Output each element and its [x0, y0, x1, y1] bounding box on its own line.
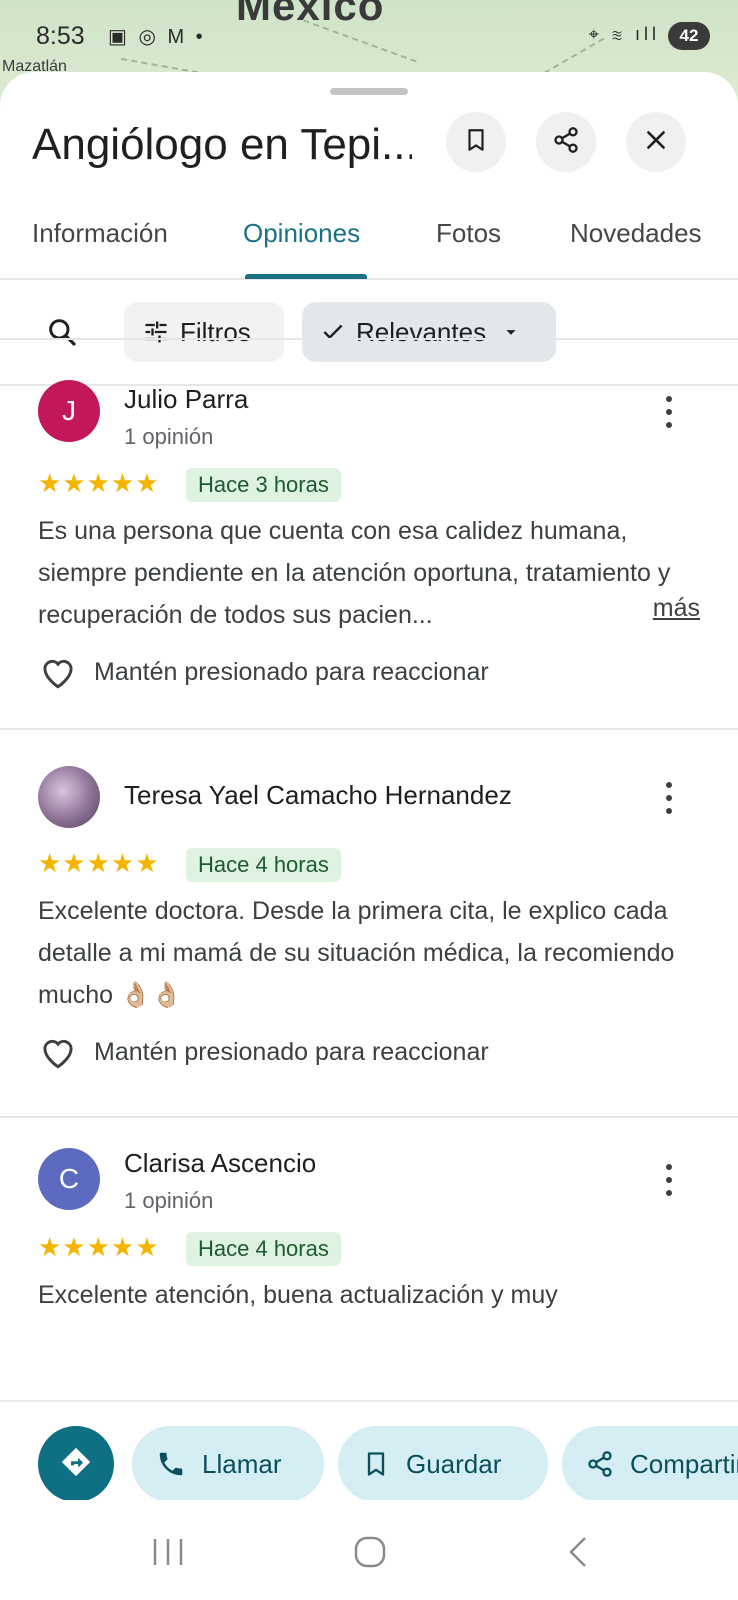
phone-icon	[159, 1452, 183, 1476]
reviewer-name[interactable]: Teresa Yael Camacho Hernandez	[124, 780, 512, 811]
avatar[interactable]: C	[38, 1148, 100, 1210]
home-button[interactable]	[348, 1530, 392, 1574]
reviewer-review-count: 1 opinión	[124, 1188, 214, 1213]
share-label: Compartir	[630, 1448, 738, 1479]
review-time-badge: Hace 3 horas	[186, 468, 341, 502]
back-icon	[569, 1537, 586, 1567]
avatar[interactable]: J	[38, 380, 100, 442]
react-label: Mantén presionado para reaccionar	[94, 1037, 489, 1066]
recent-apps-icon	[153, 1539, 183, 1565]
reviewer-name[interactable]: Julio Parra	[124, 384, 248, 415]
close-button[interactable]	[626, 112, 686, 172]
bookmark-button[interactable]	[446, 112, 506, 172]
drag-handle[interactable]	[330, 88, 408, 95]
star-rating: ★★★★★	[38, 1232, 160, 1262]
heart-icon	[43, 1039, 73, 1069]
tab-informacion[interactable]: Información	[32, 218, 168, 249]
review-time-badge: Hace 4 horas	[186, 848, 341, 882]
status-bar: 8:53 ▣ ◎ M • ⌖ ≋ ıll 42	[0, 14, 738, 58]
call-button[interactable]: Llamar	[132, 1426, 324, 1500]
read-more-link[interactable]: más	[653, 594, 700, 623]
react-button[interactable]: Mantén presionado para reaccionar	[38, 654, 489, 690]
star-rating: ★★★★★	[38, 848, 160, 878]
back-button[interactable]	[556, 1530, 600, 1574]
notification-icons: ▣ ◎ M •	[108, 26, 206, 48]
reviewer-review-count: 1 opinión	[124, 424, 214, 449]
share-button[interactable]	[536, 112, 596, 172]
star-rating: ★★★★★	[38, 468, 160, 498]
review-time-badge: Hace 4 horas	[186, 1232, 341, 1266]
action-bar: Llamar Guardar Compartir	[0, 1400, 738, 1500]
active-tab-indicator	[245, 274, 367, 279]
review-item: C Clarisa Ascencio 1 opinión ★★★★★ Hace …	[0, 1118, 738, 1318]
avatar-letter: C	[58, 1163, 80, 1194]
tab-opiniones[interactable]: Opiniones	[243, 218, 360, 249]
status-time: 8:53	[36, 22, 85, 50]
react-button[interactable]: Mantén presionado para reaccionar	[38, 1034, 489, 1070]
call-label: Llamar	[202, 1448, 282, 1479]
review-more-options-button[interactable]	[654, 392, 684, 432]
react-label: Mantén presionado para reaccionar	[94, 657, 489, 686]
connectivity-icons: ⌖ ≋ ıll	[588, 24, 660, 44]
avatar[interactable]	[38, 766, 100, 828]
directions-icon	[59, 1445, 93, 1484]
battery-indicator: 42	[668, 22, 710, 50]
bookmark-icon	[463, 127, 489, 158]
home-icon	[354, 1536, 386, 1568]
review-more-options-button[interactable]	[654, 1160, 684, 1200]
page-title: Angiólogo en Tepi...	[32, 120, 412, 169]
review-item: J Julio Parra 1 opinión ★★★★★ Hace 3 hor…	[0, 338, 738, 730]
reviewer-name[interactable]: Clarisa Ascencio	[124, 1148, 316, 1179]
directions-button[interactable]	[38, 1426, 114, 1500]
share-icon	[588, 1451, 612, 1477]
share-place-button[interactable]: Compartir	[562, 1426, 738, 1500]
review-item: Teresa Yael Camacho Hernandez ★★★★★ Hace…	[0, 730, 738, 1118]
avatar-letter: J	[62, 395, 76, 426]
bookmark-icon	[367, 1452, 385, 1476]
heart-icon	[43, 659, 73, 689]
tab-novedades[interactable]: Novedades	[570, 218, 702, 249]
system-navigation-bar	[0, 1500, 738, 1600]
share-icon	[552, 126, 580, 159]
review-text: Es una persona que cuenta con esa calide…	[38, 517, 671, 629]
review-text: Excelente doctora. Desde la primera cita…	[38, 897, 675, 1009]
review-more-options-button[interactable]	[654, 778, 684, 818]
tab-bar: Información Opiniones Fotos Novedades	[0, 202, 738, 280]
review-text: Excelente atención, buena actualización …	[38, 1281, 558, 1309]
close-icon	[643, 127, 669, 158]
recent-apps-button[interactable]	[146, 1530, 190, 1574]
save-button[interactable]: Guardar	[338, 1426, 548, 1500]
save-label: Guardar	[406, 1448, 502, 1479]
reviews-list: J Julio Parra 1 opinión ★★★★★ Hace 3 hor…	[0, 326, 738, 1318]
tab-fotos[interactable]: Fotos	[436, 218, 501, 249]
